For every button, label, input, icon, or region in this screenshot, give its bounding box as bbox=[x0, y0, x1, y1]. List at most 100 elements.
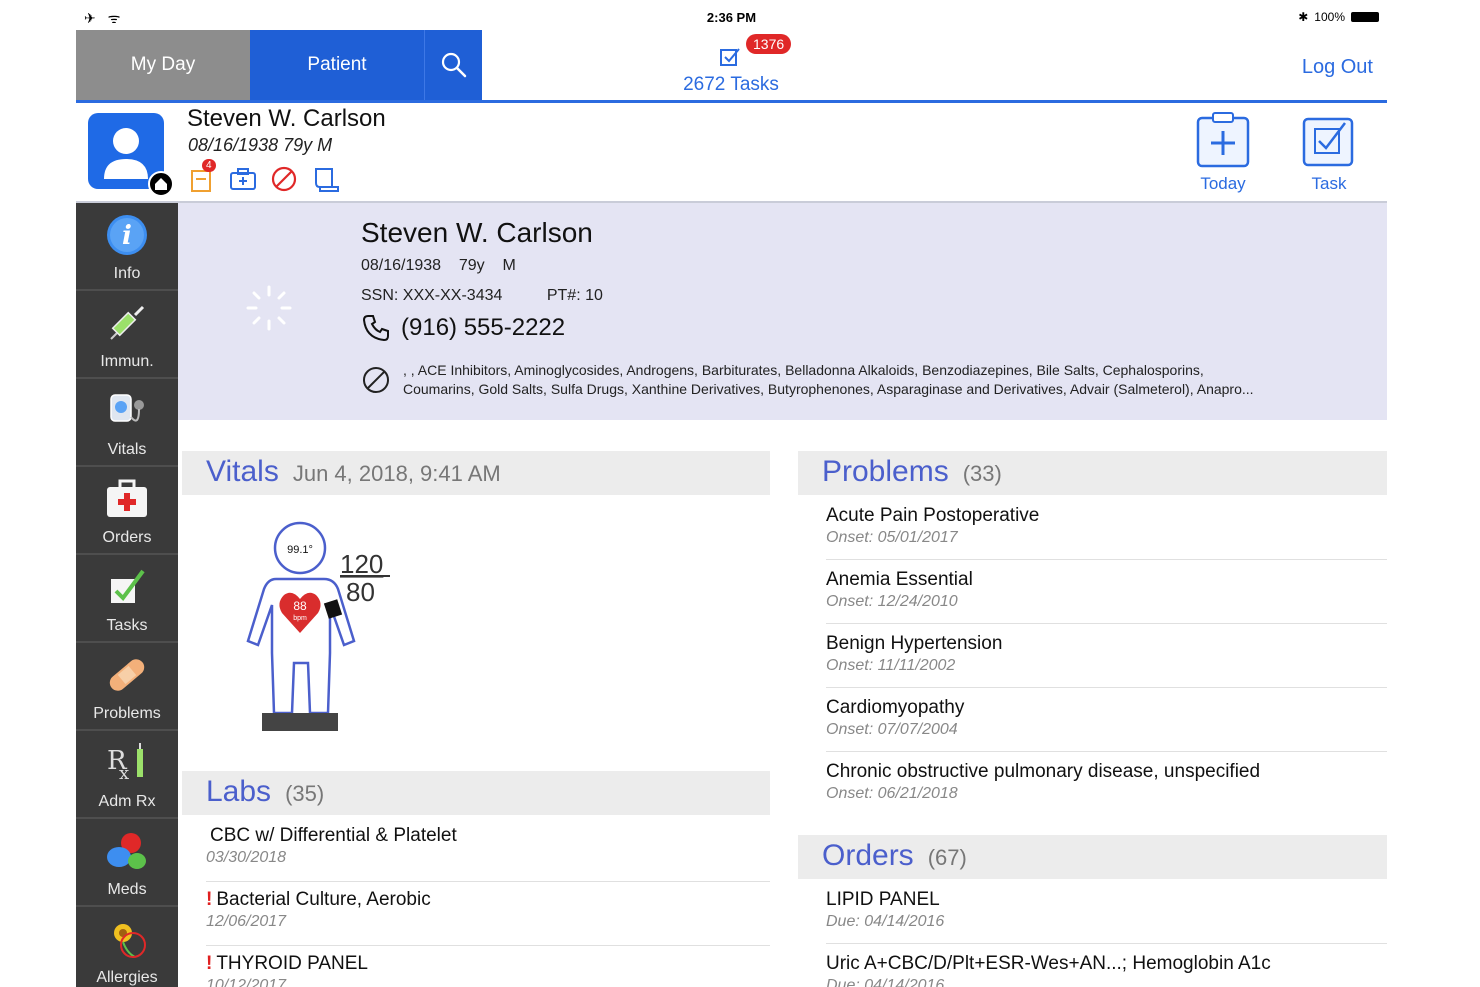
vitals-body-figure[interactable]: 99.1° 88 bpm 120 80 bbox=[238, 513, 418, 743]
sidebar-item-vitals[interactable]: Vitals bbox=[76, 379, 178, 467]
problem-item[interactable]: Acute Pain Postoperative Onset: 05/01/20… bbox=[826, 505, 1387, 560]
lab-flag: ! bbox=[206, 953, 213, 974]
problem-item[interactable]: Anemia Essential Onset: 12/24/2010 bbox=[826, 569, 1387, 624]
problem-item[interactable]: Benign Hypertension Onset: 11/11/2002 bbox=[826, 633, 1387, 688]
problem-name: Benign Hypertension bbox=[826, 633, 1003, 654]
tasks-badge: 1376 bbox=[746, 34, 792, 54]
problem-item[interactable]: Cardiomyopathy Onset: 07/07/2004 bbox=[826, 697, 1387, 752]
systolic-value: 120 bbox=[340, 549, 383, 579]
sidebar-item-tasks[interactable]: Tasks bbox=[76, 555, 178, 643]
sidebar-item-label: Meds bbox=[107, 881, 147, 898]
sidebar-item-label: Tasks bbox=[106, 617, 148, 634]
temperature-value: 99.1° bbox=[287, 544, 313, 556]
medkit-outline-icon[interactable] bbox=[228, 165, 258, 193]
heart-rate-unit: bpm bbox=[293, 615, 307, 622]
lab-name: THYROID PANEL bbox=[216, 953, 369, 974]
vitals-datetime: Jun 4, 2018, 9:41 AM bbox=[292, 461, 501, 486]
vitals-header[interactable]: Vitals Jun 4, 2018, 9:41 AM bbox=[182, 451, 770, 495]
banner-phone-number: (916) 555-2222 bbox=[401, 314, 566, 341]
banner-demographics: 08/16/1938 79y M bbox=[361, 257, 516, 275]
sidebar-item-adm-rx[interactable]: Rx Adm Rx bbox=[76, 731, 178, 819]
lab-name: CBC w/ Differential & Platelet bbox=[210, 825, 457, 846]
tab-my-day-label: My Day bbox=[130, 54, 196, 75]
task-check-icon bbox=[1302, 117, 1354, 167]
no-allergy-icon bbox=[363, 367, 389, 393]
sidebar-item-allergies[interactable]: Allergies bbox=[76, 907, 178, 987]
orders-title: Orders bbox=[822, 839, 914, 872]
sidebar-item-problems[interactable]: Problems bbox=[76, 643, 178, 731]
phone-icon bbox=[362, 315, 389, 342]
problem-item[interactable]: Chronic obstructive pulmonary disease, u… bbox=[826, 761, 1387, 815]
tab-my-day[interactable]: My Day bbox=[76, 30, 250, 100]
tab-patient-label: Patient bbox=[307, 54, 367, 75]
search-button[interactable] bbox=[424, 30, 482, 100]
scroll-icon[interactable] bbox=[310, 165, 342, 193]
sidebar-item-immun[interactable]: Immun. bbox=[76, 291, 178, 379]
sidebar-item-label: Vitals bbox=[107, 441, 147, 458]
notes-button[interactable]: 4 bbox=[188, 159, 216, 193]
allergies-line-2: Coumarins, Gold Salts, Sulfa Drugs, Xant… bbox=[403, 381, 1254, 397]
status-bar: ✈ ᯤ 2:36 PM ✱ 100% bbox=[76, 6, 1387, 30]
task-label: Task bbox=[1311, 174, 1347, 193]
problem-onset: Onset: 11/11/2002 bbox=[826, 657, 956, 674]
labs-header[interactable]: Labs (35) bbox=[182, 771, 770, 815]
lab-flag: ! bbox=[206, 889, 213, 910]
pills-icon bbox=[107, 833, 146, 869]
allergies-text: , , ACE Inhibitors, Aminoglycosides, And… bbox=[403, 361, 1379, 399]
sidebar-item-orders[interactable]: Orders bbox=[76, 467, 178, 555]
status-time: 2:36 PM bbox=[706, 10, 757, 25]
no-allergy-icon[interactable] bbox=[270, 165, 298, 193]
orders-count: (67) bbox=[927, 845, 967, 870]
lab-name: Bacterial Culture, Aerobic bbox=[216, 889, 431, 910]
add-task-button[interactable]: Task bbox=[1294, 111, 1364, 194]
logout-button[interactable]: Log Out bbox=[1302, 56, 1373, 79]
labs-title: Labs bbox=[206, 775, 272, 808]
lab-item[interactable]: ! THYROID PANEL 10/12/2017 bbox=[206, 953, 770, 987]
tab-patient[interactable]: Patient bbox=[250, 30, 424, 100]
problems-title: Problems bbox=[822, 455, 949, 488]
medkit-icon bbox=[107, 479, 147, 517]
order-item[interactable]: Uric A+CBC/D/Plt+ESR-Wes+AN...; Hemoglob… bbox=[826, 953, 1387, 987]
syringe-icon bbox=[110, 305, 145, 340]
patient-name: Steven W. Carlson bbox=[187, 105, 386, 132]
orders-header[interactable]: Orders (67) bbox=[798, 835, 1387, 879]
lab-date: 12/06/2017 bbox=[206, 913, 287, 930]
tasks-count-label: 2672 Tasks bbox=[683, 74, 779, 95]
diastolic-value: 80 bbox=[346, 577, 375, 607]
order-item[interactable]: LIPID PANEL Due: 04/14/2016 bbox=[826, 889, 1387, 944]
problems-count: (33) bbox=[962, 461, 1002, 486]
problem-name: Chronic obstructive pulmonary disease, u… bbox=[826, 761, 1261, 782]
tasks-summary-button[interactable]: 1376 2672 Tasks bbox=[646, 34, 816, 98]
add-today-button[interactable]: Today bbox=[1188, 111, 1258, 194]
problems-header[interactable]: Problems (33) bbox=[798, 451, 1387, 495]
info-icon: i bbox=[107, 215, 147, 255]
banner-ssn: SSN: XXX-XX-3434 bbox=[361, 287, 503, 304]
allergies-line-1: , , ACE Inhibitors, Aminoglycosides, And… bbox=[403, 362, 1204, 378]
svg-text:x: x bbox=[119, 763, 129, 784]
bandage-icon bbox=[109, 659, 145, 691]
sidebar-item-label: Problems bbox=[93, 705, 161, 722]
banner-ids: SSN: XXX-XX-3434 PT#: 10 bbox=[361, 287, 603, 305]
heart-rate-value: 88 bbox=[293, 599, 307, 613]
banner-patient-name: Steven W. Carlson bbox=[361, 217, 593, 248]
sidebar-item-label: Immun. bbox=[100, 353, 154, 370]
labs-count: (35) bbox=[285, 781, 325, 806]
lab-date: 10/12/2017 bbox=[206, 977, 287, 987]
sidebar-item-meds[interactable]: Meds bbox=[76, 819, 178, 907]
clipboard-plus-icon bbox=[1196, 112, 1250, 168]
lab-item[interactable]: ! Bacterial Culture, Aerobic 12/06/2017 bbox=[206, 889, 770, 946]
banner-dob: 08/16/1938 bbox=[361, 257, 442, 274]
patient-dob: 08/16/1938 79y M bbox=[188, 135, 333, 155]
problem-name: Cardiomyopathy bbox=[826, 697, 965, 718]
order-due: Due: 04/14/2016 bbox=[826, 913, 945, 930]
sidebar-item-info[interactable]: i Info bbox=[76, 203, 178, 291]
lab-item[interactable]: CBC w/ Differential & Platelet 03/30/201… bbox=[206, 825, 770, 882]
search-icon bbox=[441, 52, 466, 78]
banner-age: 79y bbox=[458, 257, 485, 274]
vitals-icon bbox=[110, 394, 144, 422]
banner-sex: M bbox=[502, 257, 516, 274]
flower-icon bbox=[114, 924, 146, 958]
banner-allergies: , , ACE Inhibitors, Aminoglycosides, And… bbox=[361, 361, 1379, 399]
banner-phone[interactable]: (916) 555-2222 bbox=[361, 313, 565, 343]
rx-icon: Rx bbox=[107, 743, 143, 784]
